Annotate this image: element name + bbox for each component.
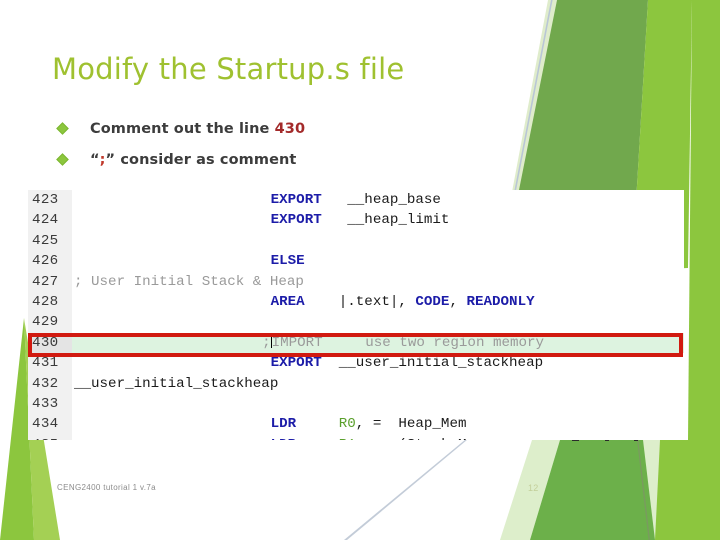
code-line-number: 432 xyxy=(32,375,59,392)
code-token: ELSE xyxy=(270,253,305,270)
code-line: 427 ; User Initial Stack & Heap xyxy=(28,272,684,292)
code-token: , xyxy=(449,293,467,310)
code-token: __user_initial_stackheap xyxy=(74,375,279,392)
code-line-source: __user_initial_stackheap xyxy=(74,374,278,394)
code-line-number: 435 xyxy=(28,435,72,440)
code-line: 430 ;IMPORT use two region memory xyxy=(28,332,684,354)
diamond-bullet-icon xyxy=(56,153,69,166)
code-line-source: ;IMPORT use two region memory xyxy=(262,333,544,353)
bullet-text-2: “;” consider as comment xyxy=(90,152,296,168)
page-number: 12 xyxy=(528,483,539,493)
code-token: LDR xyxy=(270,416,297,433)
code-line-number: 427 xyxy=(32,273,59,290)
list-item: Comment out the line 430 xyxy=(56,113,618,144)
bullet-2-tail: consider as comment xyxy=(115,151,297,168)
bullet-1-line-number: 430 xyxy=(274,120,306,137)
code-token: READONLY xyxy=(466,293,535,310)
list-item: “;” consider as comment xyxy=(56,144,618,175)
code-token: AREA xyxy=(270,293,305,310)
code-token: IMPORT use two region memory xyxy=(271,334,545,351)
code-token: R0 xyxy=(338,416,356,433)
code-line-source: LDR R1, = (Stack_Mem xyxy=(271,435,484,440)
code-line-source: ; User Initial Stack & Heap xyxy=(74,272,304,292)
code-line-number: 429 xyxy=(32,314,59,331)
code-token: __heap_base xyxy=(321,192,441,208)
code-token: |.text|, xyxy=(304,293,416,310)
code-line-number: 430 xyxy=(28,332,72,354)
code-token: EXPORT xyxy=(270,192,322,208)
code-token: EXPORT xyxy=(270,212,322,229)
bullet-text-1: Comment out the line 430 xyxy=(90,121,305,137)
code-token: EXPORT xyxy=(270,355,322,372)
code-line-source: AREA |.text|, CODE, READONLY xyxy=(271,292,535,312)
code-token: , = Heap_Mem xyxy=(355,416,467,433)
code-token: R1 xyxy=(339,437,356,440)
code-line: 429 xyxy=(28,312,684,332)
code-token: ; User Initial Stack & Heap xyxy=(74,273,304,290)
code-line: 432 __user_initial_stackheap xyxy=(28,374,684,394)
code-line: 425 xyxy=(28,231,684,251)
code-token: __heap_limit xyxy=(321,212,450,229)
code-line-source: EXPORT __heap_base xyxy=(271,190,441,210)
code-screenshot-image: 423 EXPORT __heap_base 424 EXPORT __heap_li… xyxy=(28,190,684,440)
code-token: , = (Stack_Mem xyxy=(356,437,484,440)
code-line: 423 EXPORT __heap_base xyxy=(28,190,684,210)
bullet-1-lead: Comment out the line xyxy=(90,120,275,137)
code-token: ; xyxy=(262,334,271,351)
code-line: 434 LDR R0, = Heap_Mem xyxy=(28,414,684,434)
slide-canvas: Modify the Startup.s file Comment out th… xyxy=(0,0,720,540)
code-line-number: 425 xyxy=(32,232,59,249)
code-line: 428 AREA |.text|, CODE, READONLY xyxy=(28,292,684,312)
code-line-source: EXPORT __heap_limit xyxy=(271,210,450,230)
code-line-source: LDR R0, = Heap_Mem xyxy=(271,414,467,434)
code-line: 433 xyxy=(28,394,684,414)
bullet-list: Comment out the line 430 “;” consider as… xyxy=(56,113,618,175)
page-title: Modify the Startup.s file xyxy=(52,52,405,86)
code-line-number: 433 xyxy=(32,395,59,412)
diamond-bullet-icon xyxy=(56,122,69,135)
code-line-number: 431 xyxy=(32,355,59,372)
code-line: 426 ELSE xyxy=(28,251,684,271)
code-line: 431 EXPORT __user_initial_stackheap xyxy=(28,353,684,373)
code-line-number: 426 xyxy=(32,253,59,270)
code-token: __user_initial_stackheap xyxy=(321,355,544,372)
code-line: 424 EXPORT __heap_limit xyxy=(28,210,684,230)
code-token: CODE xyxy=(415,293,450,310)
code-line-number: 424 xyxy=(32,212,59,229)
code-line-number: 428 xyxy=(32,293,59,310)
code-token: LDR xyxy=(271,437,297,440)
bullet-2-quote-open: “ xyxy=(90,151,100,168)
code-line-number: 423 xyxy=(32,192,59,208)
footer-text: CENG2400 tutorial 1 v.7a xyxy=(57,483,156,492)
code-line-source: EXPORT __user_initial_stackheap xyxy=(271,353,543,373)
bullet-2-quote-close: ” xyxy=(105,151,116,168)
code-line: 435 LDR R1, = (Stack_Mem xyxy=(28,435,684,440)
code-line-number: 434 xyxy=(32,416,59,433)
code-line-source: ELSE xyxy=(271,251,305,271)
code-line-container: 423 EXPORT __heap_base 424 EXPORT __heap_li… xyxy=(28,190,684,440)
